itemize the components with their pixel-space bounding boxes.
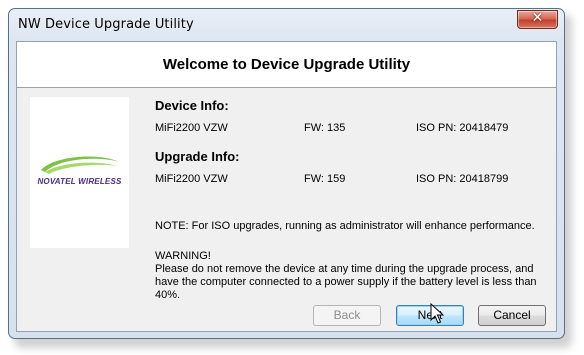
upgrade-info-heading: Upgrade Info: (155, 149, 240, 164)
warning-line-2: have the computer connected to a power s… (155, 276, 537, 301)
device-info-fw: FW: 135 (304, 122, 346, 134)
dialog-client-area: Welcome to Device Upgrade Utility NOVATE… (16, 41, 557, 332)
cancel-button[interactable]: Cancel (478, 305, 546, 326)
back-button[interactable]: Back (313, 305, 381, 326)
warning-line-1: Please do not remove the device at any t… (155, 263, 534, 275)
warning-title: WARNING! (155, 250, 211, 262)
admin-note: NOTE: For ISO upgrades, running as admin… (155, 220, 535, 232)
warning-message: WARNING! Please do not remove the device… (155, 250, 556, 302)
header-banner: Welcome to Device Upgrade Utility (17, 42, 556, 88)
title-bar[interactable]: NW Device Upgrade Utility ✕ (9, 9, 564, 41)
mouse-pointer-icon (430, 303, 444, 324)
logo-text: NOVATEL WIRELESS (37, 177, 122, 186)
close-button[interactable]: ✕ (517, 10, 558, 29)
close-icon: ✕ (531, 10, 544, 26)
dialog-window: NW Device Upgrade Utility ✕ Welcome to D… (8, 8, 565, 339)
page-title: Welcome to Device Upgrade Utility (162, 56, 411, 73)
device-info-iso-pn: ISO PN: 20418479 (416, 122, 509, 134)
novatel-logo: NOVATEL WIRELESS (30, 97, 129, 248)
upgrade-info-iso-pn: ISO PN: 20418799 (416, 173, 509, 185)
device-info-model: MiFi2200 VZW (155, 122, 228, 134)
upgrade-info-model: MiFi2200 VZW (155, 173, 228, 185)
upgrade-info-fw: FW: 159 (304, 173, 346, 185)
window-title: NW Device Upgrade Utility (18, 17, 194, 32)
device-info-heading: Device Info: (155, 98, 229, 113)
swoosh-icon (41, 156, 119, 174)
